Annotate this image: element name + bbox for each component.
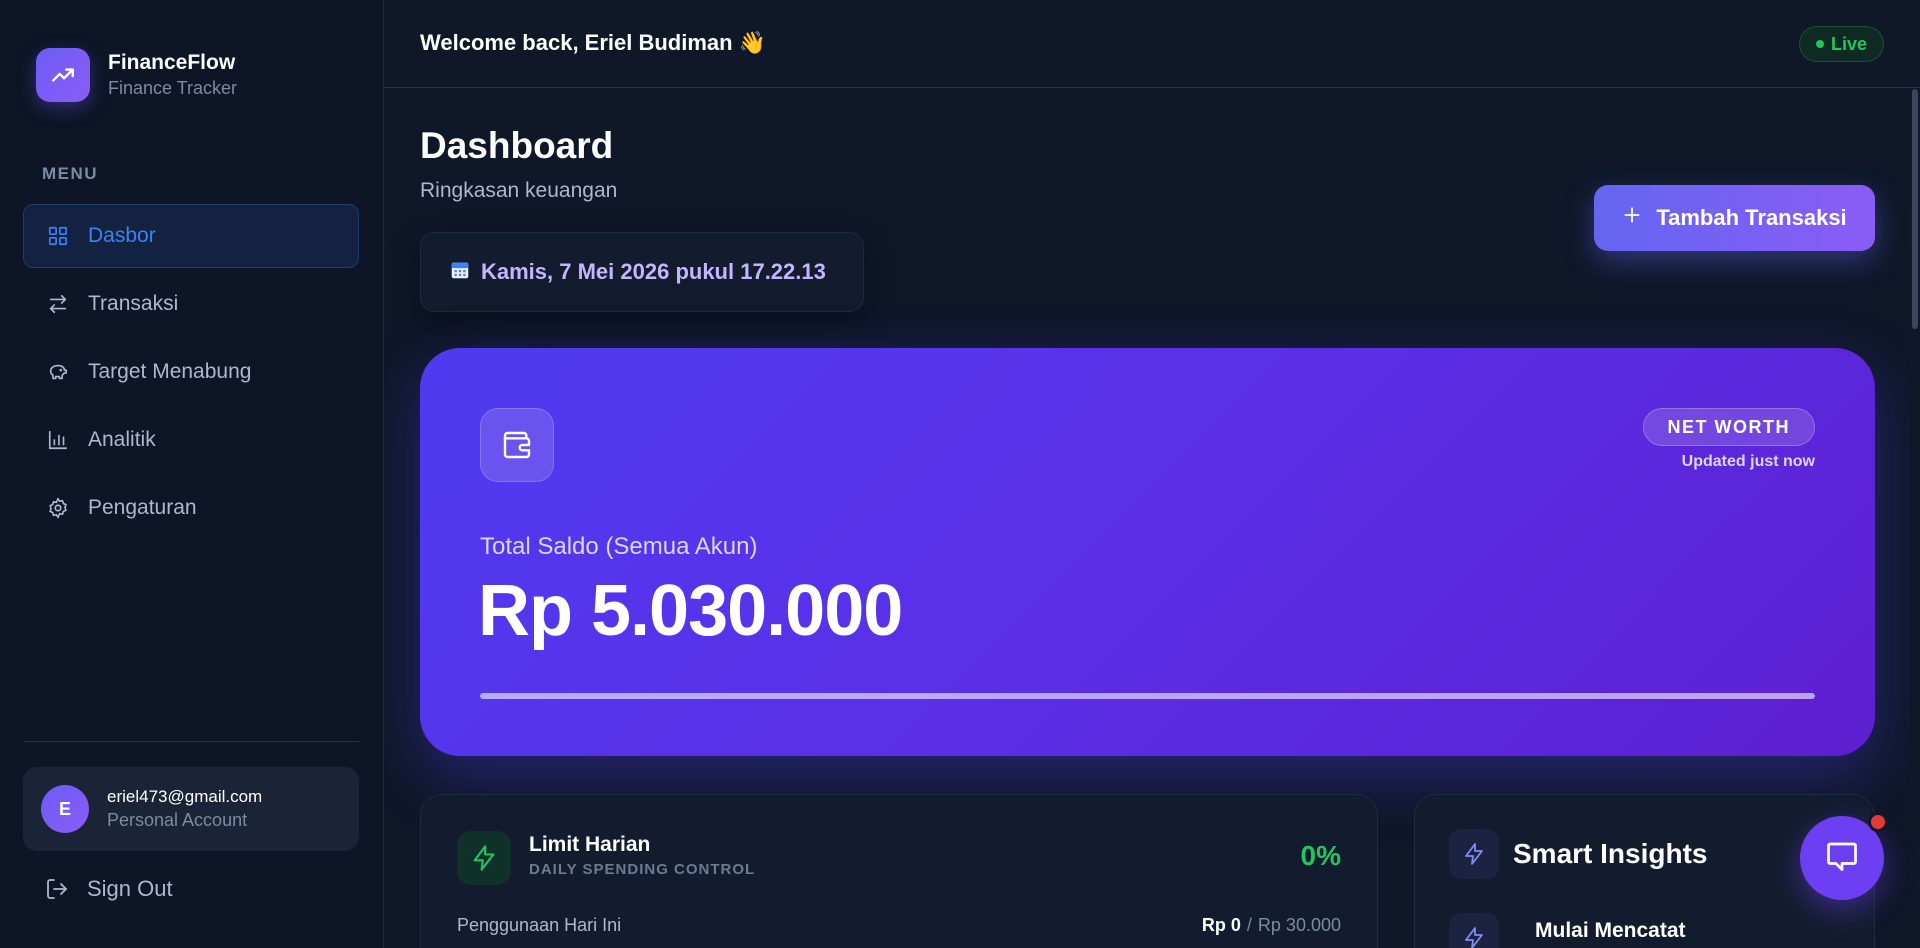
live-dot-icon bbox=[1815, 40, 1824, 48]
date-chip: Kamis, 7 Mei 2026 pukul 17.22.13 bbox=[420, 232, 864, 312]
brand-subtitle: Finance Tracker bbox=[108, 78, 238, 98]
net-worth-badge: NET WORTH bbox=[1642, 408, 1815, 446]
plus-icon bbox=[1622, 205, 1642, 231]
sidebar-item-transaksi[interactable]: Transaksi bbox=[23, 272, 359, 336]
gear-icon bbox=[46, 496, 70, 520]
usage-values: Rp 0/Rp 30.000 bbox=[1202, 915, 1341, 936]
live-status-badge: Live bbox=[1798, 26, 1884, 62]
sidebar-item-label: Target Menabung bbox=[88, 360, 252, 383]
page-subtitle: Ringkasan keuangan bbox=[420, 179, 618, 202]
brand-name: FinanceFlow bbox=[108, 51, 236, 74]
brand[interactable]: FinanceFlow Finance Tracker bbox=[36, 48, 237, 102]
lightning-icon bbox=[457, 831, 511, 885]
lightning-icon bbox=[1449, 829, 1499, 879]
sign-out-button[interactable]: Sign Out bbox=[45, 876, 173, 902]
usage-label: Penggunaan Hari Ini bbox=[457, 915, 622, 935]
page-title: Dashboard bbox=[420, 125, 614, 166]
usage-current: Rp 0 bbox=[1201, 915, 1241, 935]
usage-limit: Rp 30.000 bbox=[1257, 915, 1341, 935]
account-type: Personal Account bbox=[107, 810, 248, 830]
chat-bubble-icon bbox=[1824, 838, 1860, 879]
net-worth-card: NET WORTH Updated just now Total Saldo (… bbox=[420, 348, 1875, 756]
total-balance-label: Total Saldo (Semua Akun) bbox=[480, 533, 758, 560]
smart-insights-title: Smart Insights bbox=[1513, 838, 1708, 869]
top-bar: Welcome back, Eriel Budiman 👋 Live bbox=[384, 0, 1920, 88]
account-email: eriel473@gmail.com bbox=[107, 787, 263, 806]
balance-progress-fill bbox=[480, 693, 1815, 699]
total-balance-amount: Rp 5.030.000 bbox=[478, 571, 903, 651]
sidebar-nav: Dasbor Transaksi Target Menabung Analiti… bbox=[23, 204, 359, 544]
lightning-icon bbox=[1449, 913, 1499, 948]
updated-status: Updated just now bbox=[1681, 453, 1815, 470]
add-transaction-label: Tambah Transaksi bbox=[1656, 205, 1847, 230]
daily-limit-percent: 0% bbox=[1300, 840, 1341, 871]
sidebar-item-label: Analitik bbox=[88, 428, 156, 451]
sidebar-item-pengaturan[interactable]: Pengaturan bbox=[23, 476, 359, 540]
sidebar-item-label: Dasbor bbox=[88, 224, 156, 247]
sidebar-item-label: Transaksi bbox=[88, 292, 179, 315]
dashboard-grid-icon bbox=[46, 224, 70, 248]
sidebar-item-label: Pengaturan bbox=[88, 496, 197, 519]
sidebar-item-target-menabung[interactable]: Target Menabung bbox=[23, 340, 359, 404]
menu-label: MENU bbox=[42, 164, 99, 183]
main-content: Dashboard Ringkasan keuangan Kamis, 7 Me… bbox=[384, 89, 1920, 948]
arrows-swap-icon bbox=[46, 292, 70, 316]
usage-separator: / bbox=[1246, 915, 1252, 935]
notification-dot bbox=[1868, 812, 1888, 832]
sidebar-item-dasbor[interactable]: Dasbor bbox=[23, 204, 359, 268]
calendar-icon bbox=[449, 259, 471, 286]
account-card[interactable]: E eriel473@gmail.com Personal Account bbox=[23, 767, 359, 851]
live-label: Live bbox=[1830, 33, 1867, 54]
welcome-message: Welcome back, Eriel Budiman 👋 bbox=[420, 30, 767, 55]
add-transaction-button[interactable]: Tambah Transaksi bbox=[1594, 185, 1875, 251]
sidebar-divider bbox=[23, 741, 359, 742]
balance-progress-bar bbox=[480, 693, 1815, 699]
sign-out-label: Sign Out bbox=[87, 876, 173, 901]
avatar: E bbox=[41, 785, 89, 833]
sidebar: FinanceFlow Finance Tracker MENU Dasbor … bbox=[0, 0, 384, 948]
trending-up-icon bbox=[36, 48, 90, 102]
bar-chart-icon bbox=[46, 428, 70, 452]
insight-item-title: Mulai Mencatat bbox=[1535, 919, 1686, 942]
current-date: Kamis, 7 Mei 2026 pukul 17.22.13 bbox=[481, 259, 826, 284]
daily-limit-title: Limit Harian bbox=[529, 833, 651, 856]
daily-limit-subtitle: DAILY SPENDING CONTROL bbox=[529, 861, 756, 878]
daily-limit-card: Limit Harian DAILY SPENDING CONTROL 0% P… bbox=[420, 794, 1378, 948]
scrollbar-thumb[interactable] bbox=[1912, 89, 1918, 329]
wallet-icon bbox=[480, 408, 554, 482]
piggy-bank-icon bbox=[46, 360, 70, 384]
sidebar-item-analitik[interactable]: Analitik bbox=[23, 408, 359, 472]
logout-icon bbox=[45, 877, 69, 901]
